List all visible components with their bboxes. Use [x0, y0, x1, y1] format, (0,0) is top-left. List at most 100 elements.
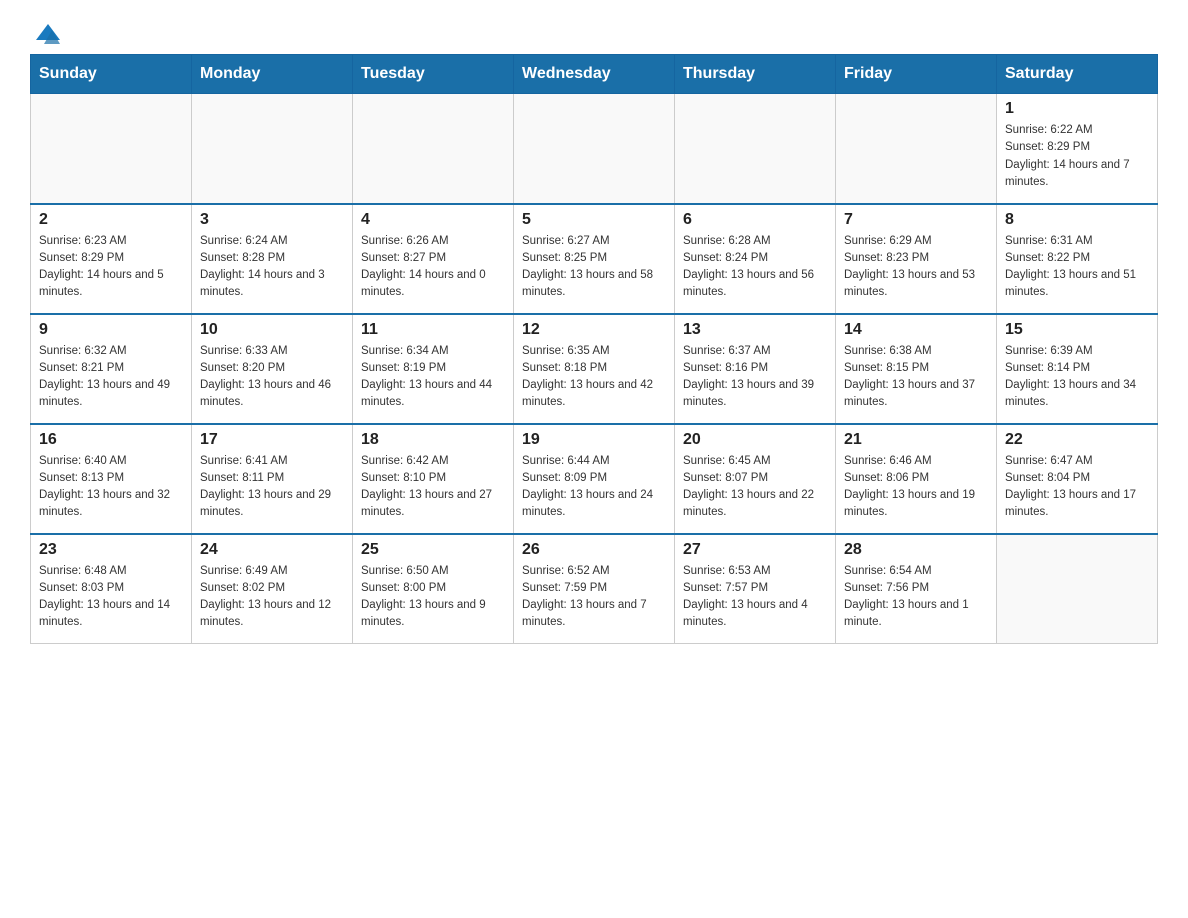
- day-number: 28: [844, 541, 988, 559]
- calendar-cell: 6 Sunrise: 6:28 AM Sunset: 8:24 PM Daylig…: [675, 204, 836, 314]
- day-number: 7: [844, 211, 988, 229]
- day-number: 11: [361, 321, 505, 339]
- calendar-table: SundayMondayTuesdayWednesdayThursdayFrid…: [30, 54, 1158, 644]
- day-info: Sunrise: 6:45 AM Sunset: 8:07 PM Dayligh…: [683, 453, 827, 522]
- day-info: Sunrise: 6:37 AM Sunset: 8:16 PM Dayligh…: [683, 343, 827, 412]
- day-number: 2: [39, 211, 183, 229]
- column-header-monday: Monday: [192, 55, 353, 94]
- day-number: 6: [683, 211, 827, 229]
- calendar-week-row: 1Sunrise: 6:22 AM Sunset: 8:29 PM Daylig…: [31, 94, 1158, 204]
- column-header-friday: Friday: [836, 55, 997, 94]
- day-info: Sunrise: 6:52 AM Sunset: 7:59 PM Dayligh…: [522, 563, 666, 632]
- day-info: Sunrise: 6:32 AM Sunset: 8:21 PM Dayligh…: [39, 343, 183, 412]
- calendar-cell: 25 Sunrise: 6:50 AM Sunset: 8:00 PM Dayli…: [353, 534, 514, 644]
- day-number: 15: [1005, 321, 1149, 339]
- day-info: Sunrise: 6:29 AM Sunset: 8:23 PM Dayligh…: [844, 233, 988, 302]
- calendar-cell: 28Sunrise: 6:54 AM Sunset: 7:56 PM Dayli…: [836, 534, 997, 644]
- calendar-week-row: 23 Sunrise: 6:48 AM Sunset: 8:03 PM Dayli…: [31, 534, 1158, 644]
- day-info: Sunrise: 6:50 AM Sunset: 8:00 PM Dayligh…: [361, 563, 505, 632]
- day-info: Sunrise: 6:38 AM Sunset: 8:15 PM Dayligh…: [844, 343, 988, 412]
- day-number: 23: [39, 541, 183, 559]
- day-info: Sunrise: 6:34 AM Sunset: 8:19 PM Dayligh…: [361, 343, 505, 412]
- day-info: Sunrise: 6:41 AM Sunset: 8:11 PM Dayligh…: [200, 453, 344, 522]
- day-number: 9: [39, 321, 183, 339]
- day-number: 12: [522, 321, 666, 339]
- calendar-week-row: 16 Sunrise: 6:40 AM Sunset: 8:13 PM Dayli…: [31, 424, 1158, 534]
- calendar-cell: 19 Sunrise: 6:44 AM Sunset: 8:09 PM Dayli…: [514, 424, 675, 534]
- calendar-cell: 7 Sunrise: 6:29 AM Sunset: 8:23 PM Daylig…: [836, 204, 997, 314]
- calendar-cell: 22 Sunrise: 6:47 AM Sunset: 8:04 PM Dayli…: [997, 424, 1158, 534]
- day-number: 13: [683, 321, 827, 339]
- column-header-sunday: Sunday: [31, 55, 192, 94]
- day-info: Sunrise: 6:47 AM Sunset: 8:04 PM Dayligh…: [1005, 453, 1149, 522]
- column-header-tuesday: Tuesday: [353, 55, 514, 94]
- day-info: Sunrise: 6:24 AM Sunset: 8:28 PM Dayligh…: [200, 233, 344, 302]
- calendar-cell: 3 Sunrise: 6:24 AM Sunset: 8:28 PM Daylig…: [192, 204, 353, 314]
- day-number: 25: [361, 541, 505, 559]
- calendar-cell: [192, 94, 353, 204]
- day-number: 18: [361, 431, 505, 449]
- day-number: 19: [522, 431, 666, 449]
- logo-icon: [34, 20, 62, 48]
- calendar-cell: 13 Sunrise: 6:37 AM Sunset: 8:16 PM Dayli…: [675, 314, 836, 424]
- day-info: Sunrise: 6:53 AM Sunset: 7:57 PM Dayligh…: [683, 563, 827, 632]
- day-info: Sunrise: 6:35 AM Sunset: 8:18 PM Dayligh…: [522, 343, 666, 412]
- day-number: 5: [522, 211, 666, 229]
- day-number: 8: [1005, 211, 1149, 229]
- day-info: Sunrise: 6:46 AM Sunset: 8:06 PM Dayligh…: [844, 453, 988, 522]
- day-number: 24: [200, 541, 344, 559]
- calendar-cell: 15 Sunrise: 6:39 AM Sunset: 8:14 PM Dayli…: [997, 314, 1158, 424]
- calendar-cell: 26 Sunrise: 6:52 AM Sunset: 7:59 PM Dayli…: [514, 534, 675, 644]
- calendar-week-row: 2Sunrise: 6:23 AM Sunset: 8:29 PM Daylig…: [31, 204, 1158, 314]
- day-info: Sunrise: 6:28 AM Sunset: 8:24 PM Dayligh…: [683, 233, 827, 302]
- day-number: 10: [200, 321, 344, 339]
- day-number: 22: [1005, 431, 1149, 449]
- calendar-cell: 27 Sunrise: 6:53 AM Sunset: 7:57 PM Dayli…: [675, 534, 836, 644]
- day-number: 3: [200, 211, 344, 229]
- calendar-cell: [997, 534, 1158, 644]
- calendar-cell: 1Sunrise: 6:22 AM Sunset: 8:29 PM Daylig…: [997, 94, 1158, 204]
- calendar-cell: 11 Sunrise: 6:34 AM Sunset: 8:19 PM Dayli…: [353, 314, 514, 424]
- calendar-cell: 10 Sunrise: 6:33 AM Sunset: 8:20 PM Dayli…: [192, 314, 353, 424]
- calendar-cell: [836, 94, 997, 204]
- day-info: Sunrise: 6:40 AM Sunset: 8:13 PM Dayligh…: [39, 453, 183, 522]
- column-header-wednesday: Wednesday: [514, 55, 675, 94]
- day-info: Sunrise: 6:44 AM Sunset: 8:09 PM Dayligh…: [522, 453, 666, 522]
- calendar-cell: 16 Sunrise: 6:40 AM Sunset: 8:13 PM Dayli…: [31, 424, 192, 534]
- day-info: Sunrise: 6:31 AM Sunset: 8:22 PM Dayligh…: [1005, 233, 1149, 302]
- calendar-cell: 17 Sunrise: 6:41 AM Sunset: 8:11 PM Dayli…: [192, 424, 353, 534]
- calendar-cell: 14 Sunrise: 6:38 AM Sunset: 8:15 PM Dayli…: [836, 314, 997, 424]
- calendar-cell: [31, 94, 192, 204]
- logo: [30, 20, 66, 44]
- page-header: [30, 20, 1158, 44]
- day-info: Sunrise: 6:26 AM Sunset: 8:27 PM Dayligh…: [361, 233, 505, 302]
- calendar-cell: 9 Sunrise: 6:32 AM Sunset: 8:21 PM Daylig…: [31, 314, 192, 424]
- calendar-cell: 2Sunrise: 6:23 AM Sunset: 8:29 PM Daylig…: [31, 204, 192, 314]
- day-number: 20: [683, 431, 827, 449]
- day-info: Sunrise: 6:27 AM Sunset: 8:25 PM Dayligh…: [522, 233, 666, 302]
- day-number: 16: [39, 431, 183, 449]
- day-number: 21: [844, 431, 988, 449]
- day-info: Sunrise: 6:39 AM Sunset: 8:14 PM Dayligh…: [1005, 343, 1149, 412]
- calendar-cell: [675, 94, 836, 204]
- calendar-header-row: SundayMondayTuesdayWednesdayThursdayFrid…: [31, 55, 1158, 94]
- calendar-cell: 21 Sunrise: 6:46 AM Sunset: 8:06 PM Dayli…: [836, 424, 997, 534]
- calendar-week-row: 9 Sunrise: 6:32 AM Sunset: 8:21 PM Daylig…: [31, 314, 1158, 424]
- calendar-cell: 20 Sunrise: 6:45 AM Sunset: 8:07 PM Dayli…: [675, 424, 836, 534]
- day-number: 27: [683, 541, 827, 559]
- day-number: 17: [200, 431, 344, 449]
- calendar-cell: 5 Sunrise: 6:27 AM Sunset: 8:25 PM Daylig…: [514, 204, 675, 314]
- day-number: 26: [522, 541, 666, 559]
- day-info: Sunrise: 6:33 AM Sunset: 8:20 PM Dayligh…: [200, 343, 344, 412]
- day-number: 4: [361, 211, 505, 229]
- day-number: 1: [1005, 100, 1149, 118]
- day-info: Sunrise: 6:48 AM Sunset: 8:03 PM Dayligh…: [39, 563, 183, 632]
- calendar-cell: 12 Sunrise: 6:35 AM Sunset: 8:18 PM Dayli…: [514, 314, 675, 424]
- day-number: 14: [844, 321, 988, 339]
- column-header-thursday: Thursday: [675, 55, 836, 94]
- calendar-cell: 8 Sunrise: 6:31 AM Sunset: 8:22 PM Daylig…: [997, 204, 1158, 314]
- day-info: Sunrise: 6:49 AM Sunset: 8:02 PM Dayligh…: [200, 563, 344, 632]
- calendar-cell: [514, 94, 675, 204]
- calendar-cell: 18Sunrise: 6:42 AM Sunset: 8:10 PM Dayli…: [353, 424, 514, 534]
- column-header-saturday: Saturday: [997, 55, 1158, 94]
